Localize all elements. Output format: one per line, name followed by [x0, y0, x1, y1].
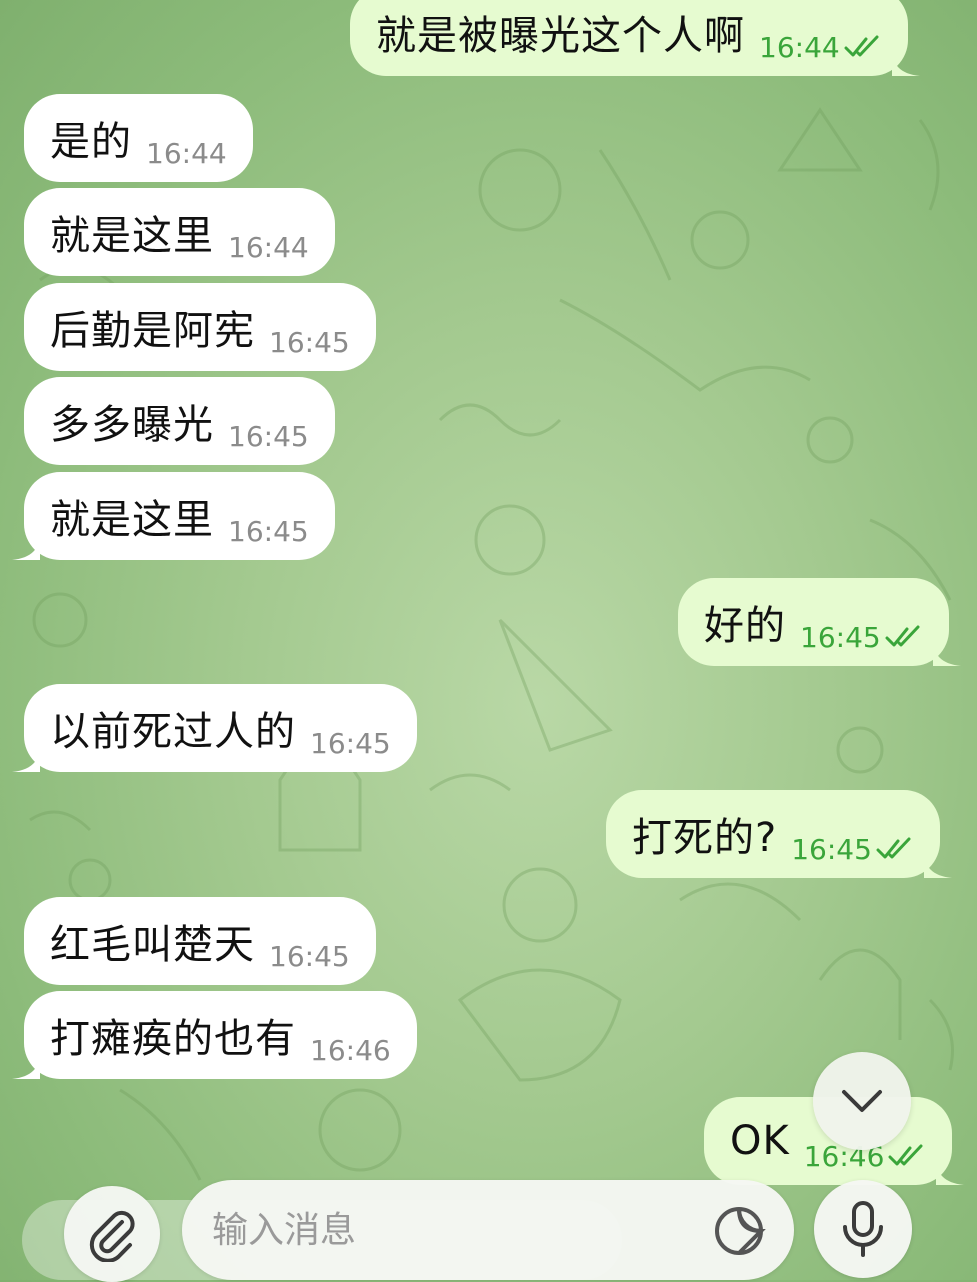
incoming-message-bubble[interactable]: 后勤是阿宪 16:45 — [24, 283, 376, 371]
timestamp-text: 16:44 — [146, 136, 227, 170]
voice-message-button[interactable] — [814, 1180, 912, 1278]
message-input[interactable] — [210, 1208, 694, 1252]
bubble-tail — [923, 852, 952, 878]
message-text: 就是被曝光这个人啊 — [376, 13, 745, 59]
message-text: 就是这里 — [50, 213, 214, 259]
outgoing-message-bubble[interactable]: 打死的? 16:45 — [606, 790, 952, 878]
double-check-icon — [885, 625, 920, 647]
incoming-message-bubble[interactable]: 以前死过人的 16:45 — [12, 684, 417, 772]
message-text: 后勤是阿宪 — [50, 308, 255, 354]
message-input-field[interactable] — [182, 1180, 794, 1280]
double-check-icon — [844, 35, 879, 57]
message-timestamp: 16:45 — [310, 727, 391, 760]
message-text: 好的 — [704, 603, 786, 649]
chevron-down-icon — [842, 1090, 882, 1112]
timestamp-text: 16:44 — [759, 30, 840, 64]
timestamp-text: 16:44 — [228, 230, 309, 264]
incoming-message-bubble[interactable]: 就是这里 16:44 — [24, 188, 335, 276]
message-timestamp: 16:45 — [228, 420, 309, 453]
incoming-message-bubble[interactable]: 是的 16:44 — [24, 94, 253, 182]
incoming-message-bubble[interactable]: 就是这里 16:45 — [12, 472, 335, 560]
message-timestamp: 16:45 — [791, 833, 914, 866]
timestamp-text: 16:45 — [310, 726, 391, 760]
attach-button[interactable] — [64, 1186, 160, 1282]
message-text: 就是这里 — [50, 497, 214, 543]
message-text: 红毛叫楚天 — [50, 922, 255, 968]
bubble-tail — [12, 1053, 40, 1079]
timestamp-text: 16:46 — [310, 1033, 391, 1067]
message-text: 以前死过人的 — [50, 709, 296, 755]
outgoing-message-bubble[interactable]: 就是被曝光这个人啊 16:44 — [350, 0, 920, 76]
scroll-to-bottom-button[interactable] — [813, 1052, 911, 1150]
message-text: 打死的? — [632, 815, 778, 861]
message-timestamp: 16:45 — [228, 515, 309, 548]
sticker-icon[interactable] — [710, 1202, 768, 1260]
message-timestamp: 16:44 — [759, 31, 882, 64]
message-text: OK — [730, 1118, 790, 1164]
bubble-tail — [12, 534, 40, 560]
timestamp-text: 16:45 — [791, 832, 872, 866]
message-text: 打瘫痪的也有 — [50, 1016, 296, 1062]
incoming-message-bubble[interactable]: 红毛叫楚天 16:45 — [24, 897, 376, 985]
outgoing-message-bubble[interactable]: 好的 16:45 — [678, 578, 961, 666]
timestamp-text: 16:45 — [800, 620, 881, 654]
incoming-message-bubble[interactable]: 多多曝光 16:45 — [24, 377, 335, 465]
message-timestamp: 16:45 — [269, 326, 350, 359]
bubble-tail — [12, 746, 40, 772]
message-timestamp: 16:44 — [146, 137, 227, 170]
double-check-icon — [876, 837, 911, 859]
microphone-icon — [843, 1201, 883, 1257]
message-timestamp: 16:46 — [310, 1034, 391, 1067]
timestamp-text: 16:45 — [269, 939, 350, 973]
timestamp-text: 16:45 — [228, 514, 309, 548]
timestamp-text: 16:45 — [228, 419, 309, 453]
timestamp-text: 16:45 — [269, 325, 350, 359]
bubble-tail — [891, 50, 920, 76]
message-text: 多多曝光 — [50, 402, 214, 448]
message-timestamp: 16:45 — [269, 940, 350, 973]
incoming-message-bubble[interactable]: 打瘫痪的也有 16:46 — [12, 991, 417, 1079]
double-check-icon — [888, 1144, 923, 1166]
paperclip-icon — [89, 1210, 135, 1262]
bubble-tail — [932, 640, 961, 666]
message-text: 是的 — [50, 119, 132, 165]
message-timestamp: 16:44 — [228, 231, 309, 264]
message-timestamp: 16:45 — [800, 621, 923, 654]
